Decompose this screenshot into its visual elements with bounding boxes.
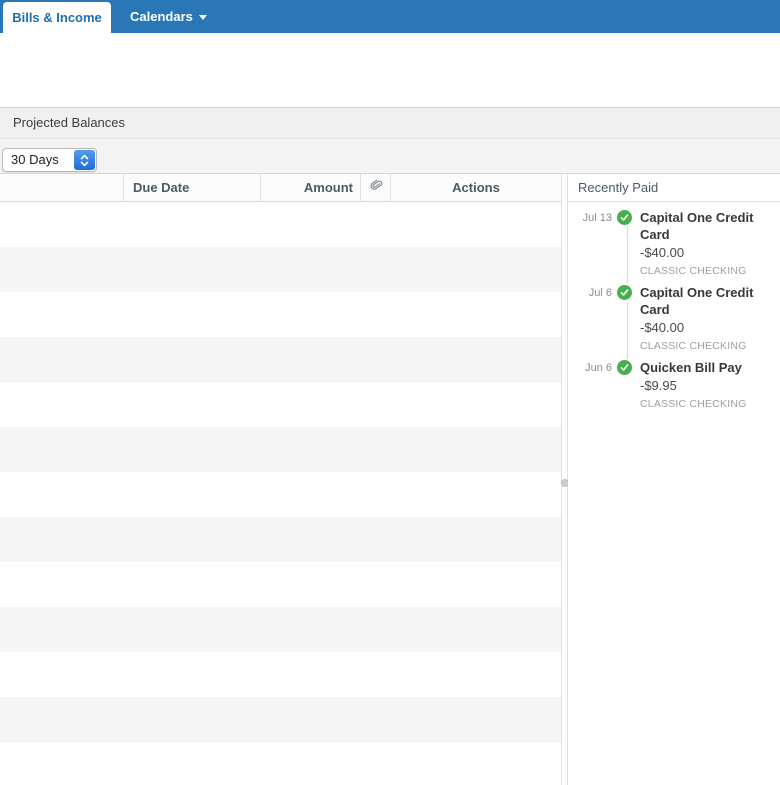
paid-payee: Quicken Bill Pay — [640, 360, 742, 375]
table-row — [0, 517, 561, 562]
paid-date: Jul 13 — [582, 212, 612, 224]
paid-payee: Capital One Credit Card — [640, 210, 754, 242]
table-row — [0, 202, 561, 247]
bills-table-body — [0, 202, 561, 785]
paid-amount: -$40.00 — [640, 245, 685, 260]
paid-entry-details: Capital One Credit Card -$40.00 CLASSIC … — [640, 208, 780, 279]
table-row — [0, 382, 561, 427]
table-row — [0, 247, 561, 292]
chevron-down-icon — [198, 15, 207, 21]
bills-table: Due Date Amount Actions — [0, 174, 561, 785]
table-row — [0, 292, 561, 337]
table-row — [0, 607, 561, 652]
paid-entry-details: Capital One Credit Card -$40.00 CLASSIC … — [640, 283, 780, 354]
bills-income-view: Bills & Income Calendars Projected Balan… — [0, 0, 780, 785]
list-item[interactable]: Jun 6 Quicken Bill Pay -$9.95 CLASSIC CH… — [568, 356, 780, 414]
table-row — [0, 652, 561, 697]
paid-account: CLASSIC CHECKING — [640, 398, 747, 410]
paid-date: Jul 6 — [588, 287, 612, 299]
recently-paid-title: Recently Paid — [568, 174, 780, 202]
top-tab-bar: Bills & Income Calendars — [0, 0, 780, 33]
check-circle-icon — [615, 358, 634, 377]
check-circle-icon — [615, 208, 634, 227]
table-row — [0, 427, 561, 472]
table-row — [0, 562, 561, 607]
check-circle-icon — [615, 283, 634, 302]
projected-balances-bar[interactable]: Projected Balances — [0, 107, 780, 139]
range-select[interactable]: 30 Days — [2, 148, 97, 172]
tab-calendars[interactable]: Calendars — [122, 0, 215, 33]
paid-account: CLASSIC CHECKING — [640, 340, 747, 352]
table-row — [0, 697, 561, 742]
range-select-value: 30 Days — [11, 152, 59, 167]
filter-toolbar: 30 Days — [0, 139, 780, 174]
column-header-actions: Actions — [390, 174, 561, 201]
paid-amount: -$40.00 — [640, 320, 685, 335]
paid-payee: Capital One Credit Card — [640, 285, 754, 317]
column-header-amount[interactable]: Amount — [260, 174, 360, 201]
paid-date: Jun 6 — [585, 362, 612, 374]
column-header-due-date[interactable]: Due Date — [123, 174, 260, 201]
table-row — [0, 472, 561, 517]
projected-balances-title: Projected Balances — [13, 115, 126, 130]
paid-amount: -$9.95 — [640, 378, 677, 393]
paid-entry-details: Quicken Bill Pay -$9.95 CLASSIC CHECKING — [640, 358, 746, 412]
recently-paid-list: Jul 13 Capital One Credit Card -$40.00 C… — [568, 202, 780, 414]
tab-bills-income[interactable]: Bills & Income — [3, 2, 111, 33]
table-row — [0, 337, 561, 382]
tab-calendars-label: Calendars — [130, 9, 193, 24]
list-item[interactable]: Jul 13 Capital One Credit Card -$40.00 C… — [568, 206, 780, 281]
recently-paid-panel: Recently Paid Jul 13 Capital One Credit … — [568, 174, 780, 785]
paid-account: CLASSIC CHECKING — [640, 265, 747, 277]
column-header-attachment[interactable] — [360, 174, 390, 201]
paperclip-icon — [369, 174, 383, 201]
bills-table-header: Due Date Amount Actions — [0, 174, 561, 202]
column-header-name[interactable] — [0, 174, 123, 201]
table-row — [0, 742, 561, 785]
select-stepper-icon — [74, 150, 95, 170]
list-item[interactable]: Jul 6 Capital One Credit Card -$40.00 CL… — [568, 281, 780, 356]
